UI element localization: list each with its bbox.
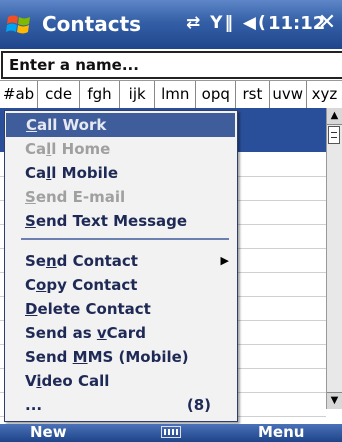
more-count: (8) xyxy=(186,396,211,414)
menu-item-label-end: d Contact xyxy=(56,252,138,270)
menu-item[interactable]: Call Mobile xyxy=(5,161,237,185)
abc-tab-1[interactable]: cde xyxy=(37,81,79,108)
connectivity-signal-volume-icons[interactable]: ⇄ Y‖ ◀( xyxy=(186,13,268,33)
title-bar: Contacts ⇄ Y‖ ◀( 11:12 ✕ xyxy=(0,0,342,49)
menu-item-accelerator: n xyxy=(45,252,57,270)
menu-item-accelerator: v xyxy=(96,324,107,342)
menu-item-label-end: l Home xyxy=(51,140,111,158)
menu-item-label-start: C xyxy=(25,276,37,294)
search-input[interactable]: Enter a name... xyxy=(1,51,342,79)
menu-item: Call Home xyxy=(5,137,237,161)
scroll-down-icon[interactable]: ▼ xyxy=(327,392,342,409)
menu-item-label-end: end Text Message xyxy=(35,212,188,230)
menu-item[interactable]: Send Contact ▶ xyxy=(5,249,237,273)
menu-softkey[interactable]: Menu xyxy=(258,423,304,441)
abc-tab-3[interactable]: ijk xyxy=(119,81,154,108)
menu-item-label-start: Se xyxy=(25,252,46,270)
softkey-bar: New Menu xyxy=(0,423,342,442)
menu-separator xyxy=(21,238,229,240)
menu-item-label-start: Ca xyxy=(25,140,47,158)
abc-tab-8[interactable]: xyz xyxy=(305,81,342,108)
menu-item-label-end: end E-mail xyxy=(35,188,126,206)
keyboard-icon[interactable] xyxy=(161,426,181,438)
menu-item-label-end: deo Call xyxy=(41,372,110,390)
menu-item-label-end: l Mobile xyxy=(51,164,119,182)
menu-item[interactable]: ... (8) xyxy=(5,393,237,417)
alphabet-filter-bar: #ab cde fgh ijk lmn opq rst uvw xyz xyxy=(0,80,342,109)
scroll-up-icon[interactable]: ▲ xyxy=(327,108,342,125)
menu-item-accelerator: D xyxy=(25,300,38,318)
menu-item-accelerator: o xyxy=(36,276,47,294)
menu-item-label-start: Ca xyxy=(25,164,47,182)
abc-tab-2[interactable]: fgh xyxy=(79,81,119,108)
menu-item-label-start: Send xyxy=(25,348,73,366)
menu-item[interactable]: Delete Contact xyxy=(5,297,237,321)
menu-item[interactable]: Send as vCard xyxy=(5,321,237,345)
menu-item[interactable]: Send MMS (Mobile) xyxy=(5,345,237,369)
menu-item[interactable]: Copy Contact xyxy=(5,273,237,297)
menu-item-accelerator: S xyxy=(25,188,36,206)
close-icon[interactable]: ✕ xyxy=(316,10,338,36)
abc-tab-4[interactable]: lmn xyxy=(154,81,195,108)
menu-item-label-start: ... xyxy=(25,396,43,414)
menu-item-accelerator: C xyxy=(26,116,38,134)
menu-item-label-end: py Contact xyxy=(46,276,138,294)
abc-tab-5[interactable]: opq xyxy=(195,81,235,108)
menu-item[interactable]: Video Call xyxy=(5,369,237,393)
menu-item: Send E-mail xyxy=(5,185,237,209)
windows-logo-icon[interactable] xyxy=(6,12,32,38)
menu-item-label-end: all Work xyxy=(37,116,107,134)
app-title: Contacts xyxy=(42,12,142,36)
new-softkey[interactable]: New xyxy=(30,423,67,441)
submenu-arrow-icon: ▶ xyxy=(220,254,229,267)
menu-item-accelerator: S xyxy=(25,212,36,230)
menu-item[interactable]: Call Work xyxy=(6,113,235,137)
menu-item-label-end: MS (Mobile) xyxy=(87,348,189,366)
menu-item-label-start: V xyxy=(25,372,37,390)
abc-tab-0[interactable]: #ab xyxy=(0,81,37,108)
scroll-thumb[interactable] xyxy=(328,126,340,144)
abc-tab-6[interactable]: rst xyxy=(235,81,268,108)
menu-item-label-end: Card xyxy=(106,324,146,342)
abc-tab-7[interactable]: uvw xyxy=(268,81,306,108)
context-menu: Call Work Call Home Call Mobile Send E-mail… xyxy=(4,110,238,422)
menu-item-accelerator: M xyxy=(72,348,88,366)
menu-item-label-end: elete Contact xyxy=(37,300,151,318)
menu-item-label-start: Send as xyxy=(25,324,97,342)
menu-item[interactable]: Send Text Message xyxy=(5,209,237,233)
scrollbar[interactable]: ▲ ▼ xyxy=(326,108,342,409)
